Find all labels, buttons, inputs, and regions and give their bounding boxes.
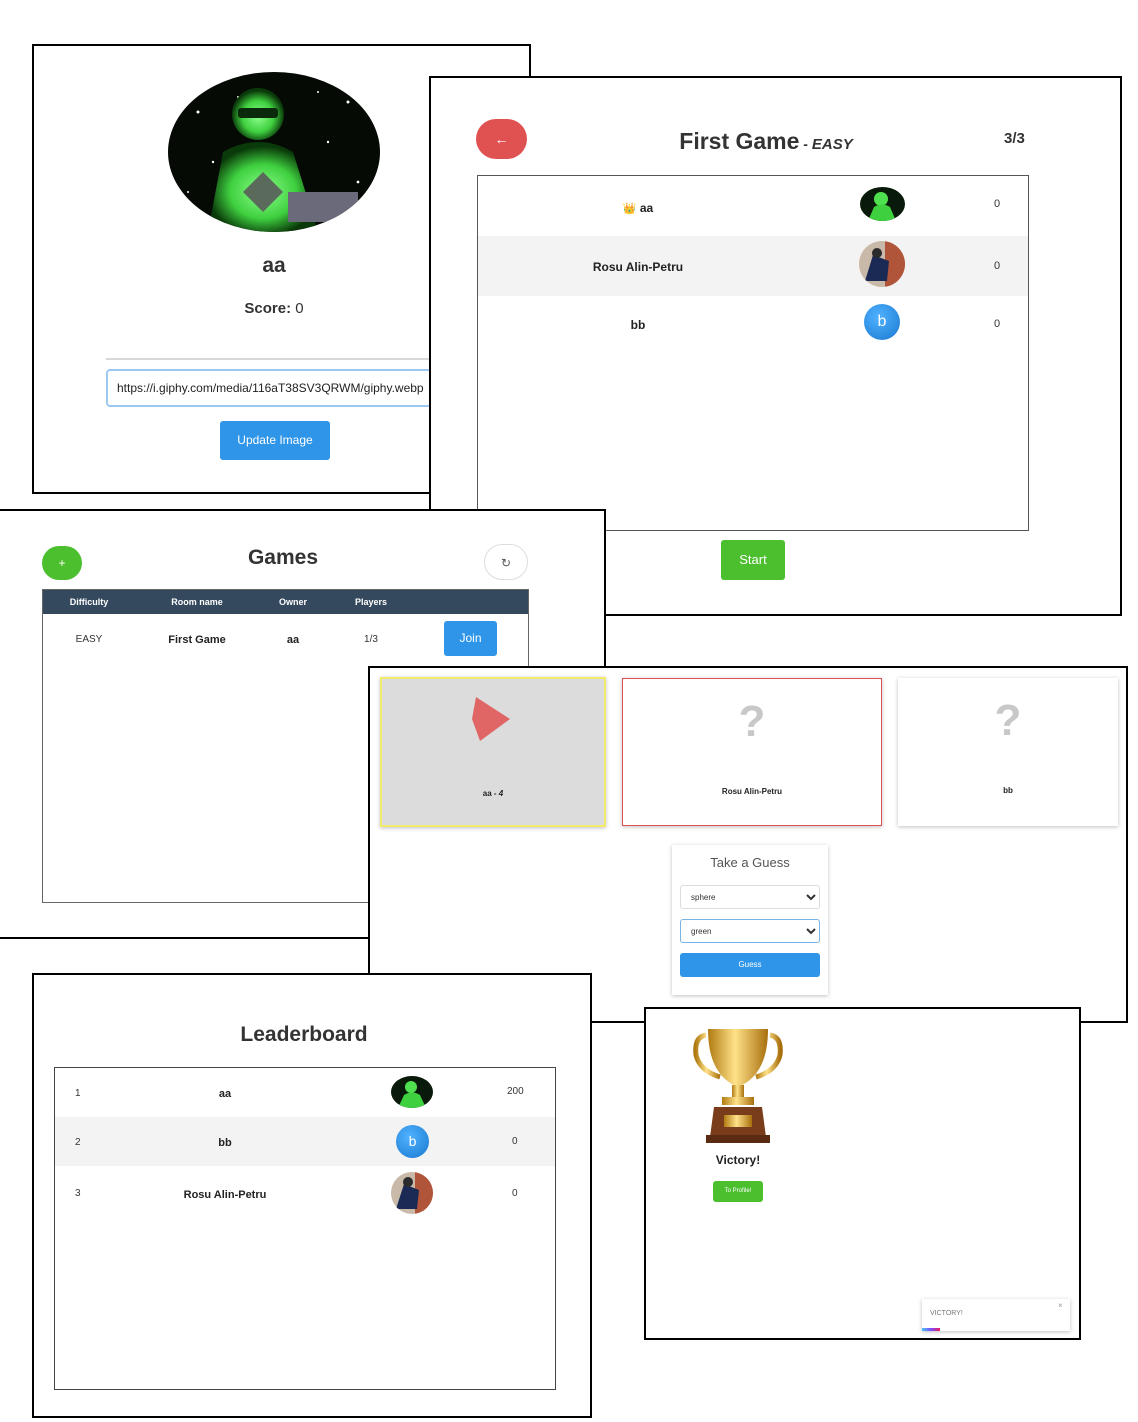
player-avatar-3: b	[864, 304, 900, 340]
join-button[interactable]: Join	[444, 621, 497, 656]
trophy-icon	[693, 1029, 783, 1143]
guess-button[interactable]: Guess	[680, 953, 820, 977]
card-label: bb	[1003, 786, 1013, 795]
row-owner: aa	[286, 634, 300, 646]
games-title: Games	[247, 546, 319, 569]
update-image-button[interactable]: Update Image	[220, 421, 330, 460]
lobby-title: First Game - EASY	[601, 128, 931, 155]
guess-form-title: Take a Guess	[710, 855, 790, 870]
row-difficulty: EASY	[75, 634, 103, 645]
row-players: 1/3	[364, 634, 378, 645]
leader-score-1: 200	[507, 1086, 524, 1097]
color-select[interactable]: green	[680, 919, 820, 943]
player-avatar-2	[859, 241, 905, 287]
toast-text: VICTORY!	[930, 1310, 963, 1317]
leader-avatar-3	[391, 1172, 433, 1214]
player-score-1: 0	[994, 198, 1001, 210]
toast-close-icon[interactable]: ×	[1058, 1301, 1063, 1310]
leaderboard-table: 1 aa 200 2 bb b 0 3 Rosu Alin-Petru 0	[54, 1067, 556, 1390]
crown-icon: 👑	[622, 203, 637, 215]
leader-avatar-1	[391, 1076, 433, 1108]
question-mark-icon: ?	[994, 696, 1022, 745]
guess-panel: aa - 4 ? Rosu Alin-Petru ? bb Take a Gue…	[368, 666, 1128, 1023]
victory-panel: Victory! To Profile! VICTORY! ×	[644, 1007, 1081, 1340]
leader-name-2: bb	[218, 1137, 232, 1149]
image-url-value: https://i.giphy.com/media/116aT38SV3QRWM…	[117, 381, 424, 395]
start-button[interactable]: Start	[721, 540, 785, 580]
shape-icon	[472, 697, 510, 741]
question-mark-icon: ?	[738, 697, 766, 746]
col-difficulty: Difficulty	[69, 597, 109, 607]
rank-3: 3	[75, 1188, 81, 1199]
back-arrow-icon: ←	[494, 131, 509, 147]
difficulty-label: EASY	[811, 136, 853, 153]
victory-toast: VICTORY! ×	[922, 1299, 1070, 1331]
profile-avatar	[168, 72, 380, 232]
leader-name-3: Rosu Alin-Petru	[183, 1189, 267, 1201]
player-name-2: Rosu Alin-Petru	[592, 260, 684, 274]
player-card[interactable]: ? bb	[898, 678, 1118, 826]
rank-1: 1	[75, 1088, 81, 1099]
player-card-selected[interactable]: ? Rosu Alin-Petru	[622, 678, 882, 826]
title-separator: -	[799, 136, 812, 152]
leader-score-3: 0	[512, 1188, 518, 1199]
col-room-name: Room name	[171, 597, 223, 607]
player-count: 3/3	[1004, 130, 1025, 147]
game-name: First Game	[679, 128, 800, 154]
refresh-icon: ↻	[500, 556, 512, 570]
score-value: 0	[295, 300, 304, 317]
player-name-1: 👑 aa	[622, 201, 654, 215]
score-label: Score:	[244, 300, 292, 317]
leader-score-2: 0	[512, 1136, 518, 1147]
shape-select[interactable]: sphere	[680, 885, 820, 909]
col-players: Players	[354, 597, 388, 607]
leader-avatar-2: b	[396, 1125, 429, 1158]
victory-label: Victory!	[715, 1153, 761, 1167]
player-name-3: bb	[630, 318, 646, 332]
player-score-3: 0	[994, 318, 1001, 330]
add-game-button[interactable]: +	[42, 546, 82, 580]
card-label: Rosu Alin-Petru	[721, 787, 783, 796]
player-avatar-1	[860, 187, 905, 221]
table-header: Difficulty Room name Owner Players	[43, 590, 528, 614]
back-button[interactable]: ←	[476, 119, 527, 159]
to-profile-button[interactable]: To Profile!	[713, 1181, 763, 1202]
col-owner: Owner	[278, 597, 307, 607]
table-row: EASY First Game aa 1/3 Join	[43, 614, 528, 666]
row-room-name: First Game	[168, 634, 226, 646]
leaderboard-panel: Leaderboard 1 aa 200 2 bb b 0 3 Rosu Ali…	[32, 973, 592, 1418]
guess-form: Take a Guess sphere green Guess	[672, 845, 828, 995]
card-label-own: aa - 4	[482, 789, 504, 798]
player-card-own: aa - 4	[380, 677, 606, 827]
toast-progress-bar	[922, 1328, 940, 1331]
player-score-2: 0	[994, 260, 1001, 272]
leaderboard-title: Leaderboard	[240, 1023, 368, 1046]
refresh-button[interactable]: ↻	[484, 544, 528, 580]
players-table: 👑 aa 0 Rosu Alin-Petru 0 bb b 0	[477, 175, 1029, 531]
rank-2: 2	[75, 1137, 81, 1148]
leader-name-1: aa	[218, 1088, 232, 1100]
